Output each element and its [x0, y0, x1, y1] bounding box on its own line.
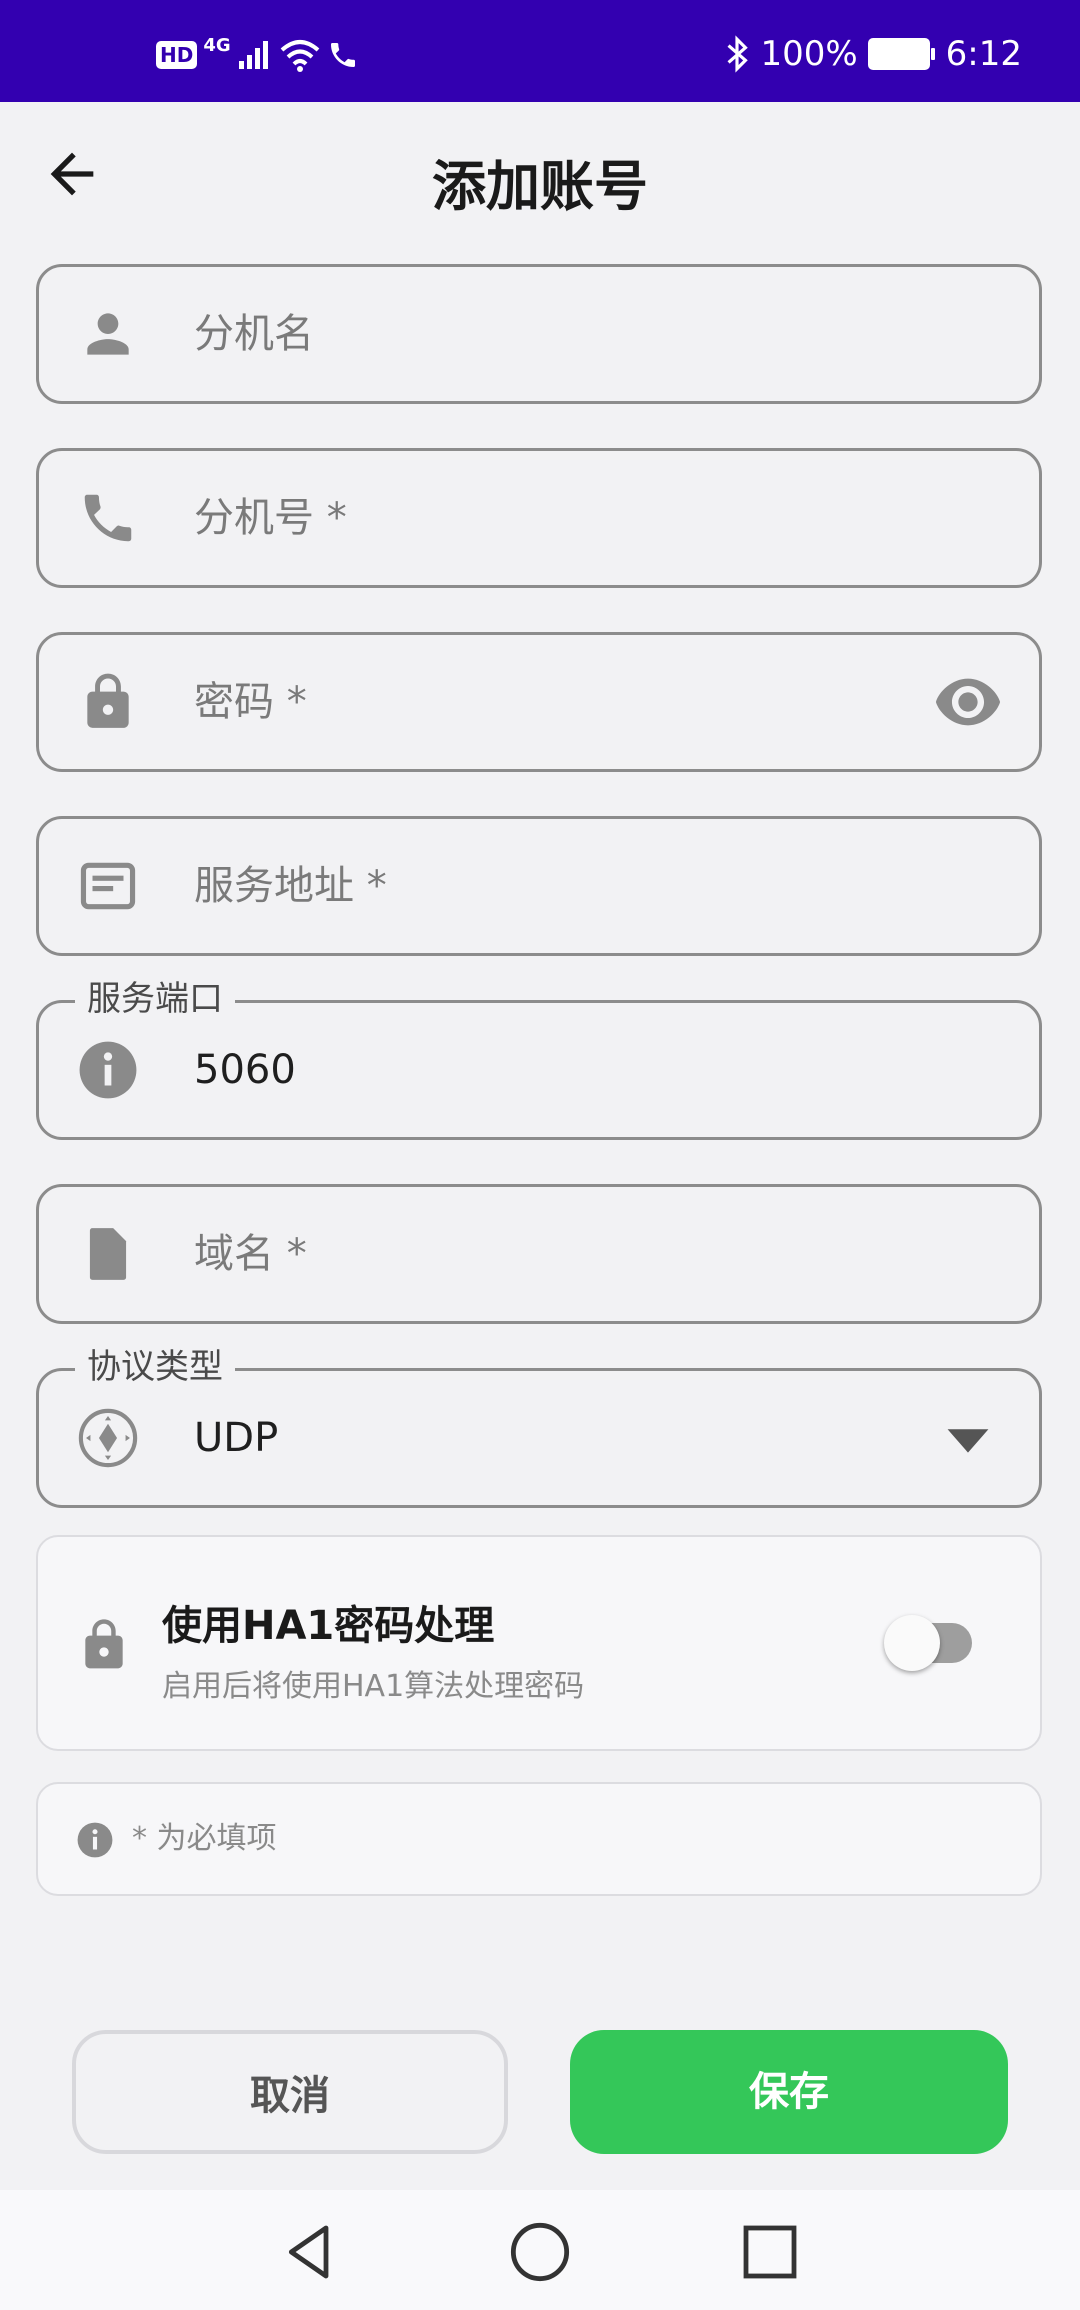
battery-percent: 100%	[760, 34, 858, 74]
system-nav-bar	[0, 2190, 1080, 2310]
status-bar: HD 4G 100% 6:12	[0, 0, 1080, 102]
save-button[interactable]: 保存	[570, 2030, 1008, 2154]
protocol-type-value: UDP	[194, 1415, 279, 1461]
sim-card-icon	[89, 1228, 127, 1280]
phone-icon	[84, 494, 132, 542]
ha1-toggle-subtitle: 启用后将使用HA1算法处理密码	[162, 1669, 585, 1704]
status-left: HD 4G	[156, 34, 359, 72]
bluetooth-icon	[727, 35, 749, 73]
extension-name-field[interactable]: 分机名	[36, 264, 1042, 404]
ha1-toggle-title: 使用HA1密码处理	[162, 1603, 495, 1649]
nav-home-icon[interactable]	[508, 2220, 572, 2284]
battery-icon	[867, 38, 935, 70]
status-right: 100% 6:12	[724, 34, 1022, 74]
server-address-input[interactable]: 服务地址 *	[194, 819, 387, 953]
ha1-lock-icon	[85, 1619, 123, 1669]
app-header: 添加账号	[0, 102, 1080, 247]
server-card-icon	[80, 862, 136, 910]
add-account-screen: HD 4G 100% 6:12 添加账号 分机名 分机号 * 密码 * 服务地址…	[0, 0, 1080, 2310]
ha1-toggle-switch[interactable]	[884, 1615, 972, 1671]
person-icon	[87, 313, 129, 355]
network-label: 4G	[203, 34, 231, 56]
password-field[interactable]: 密码 *	[36, 632, 1042, 772]
protocol-type-select[interactable]: 协议类型 UDP	[36, 1345, 1042, 1508]
domain-field[interactable]: 域名 *	[36, 1184, 1042, 1324]
toggle-knob	[884, 1615, 940, 1671]
page-title: 添加账号	[432, 155, 648, 218]
cancel-button[interactable]: 取消	[72, 2030, 508, 2154]
server-port-field[interactable]: 服务端口 5060	[36, 977, 1042, 1140]
required-note-card: * 为必填项	[36, 1782, 1042, 1896]
status-time: 6:12	[945, 34, 1022, 74]
wifi-icon	[280, 40, 319, 72]
info-icon	[79, 1041, 137, 1099]
extension-name-input[interactable]: 分机名	[194, 267, 314, 401]
password-input[interactable]: 密码 *	[194, 635, 307, 769]
required-note-text: * 为必填项	[132, 1821, 277, 1856]
gamepad-icon	[78, 1408, 138, 1468]
extension-number-field[interactable]: 分机号 *	[36, 448, 1042, 588]
ha1-toggle-card: 使用HA1密码处理 启用后将使用HA1算法处理密码	[36, 1535, 1042, 1751]
eye-icon[interactable]	[933, 675, 1003, 729]
note-info-icon	[77, 1822, 113, 1858]
call-status-icon	[330, 43, 355, 67]
nav-recents-icon[interactable]	[738, 2220, 802, 2284]
dropdown-arrow-icon[interactable]	[933, 1411, 1003, 1465]
extension-number-input[interactable]: 分机号 *	[194, 451, 347, 585]
server-address-field[interactable]: 服务地址 *	[36, 816, 1042, 956]
signal-icon	[238, 41, 268, 69]
server-port-input[interactable]: 5060	[194, 1003, 296, 1137]
hd-badge: HD	[156, 41, 198, 69]
domain-input[interactable]: 域名 *	[194, 1187, 307, 1321]
lock-icon	[87, 673, 129, 728]
nav-back-icon[interactable]	[278, 2220, 342, 2284]
